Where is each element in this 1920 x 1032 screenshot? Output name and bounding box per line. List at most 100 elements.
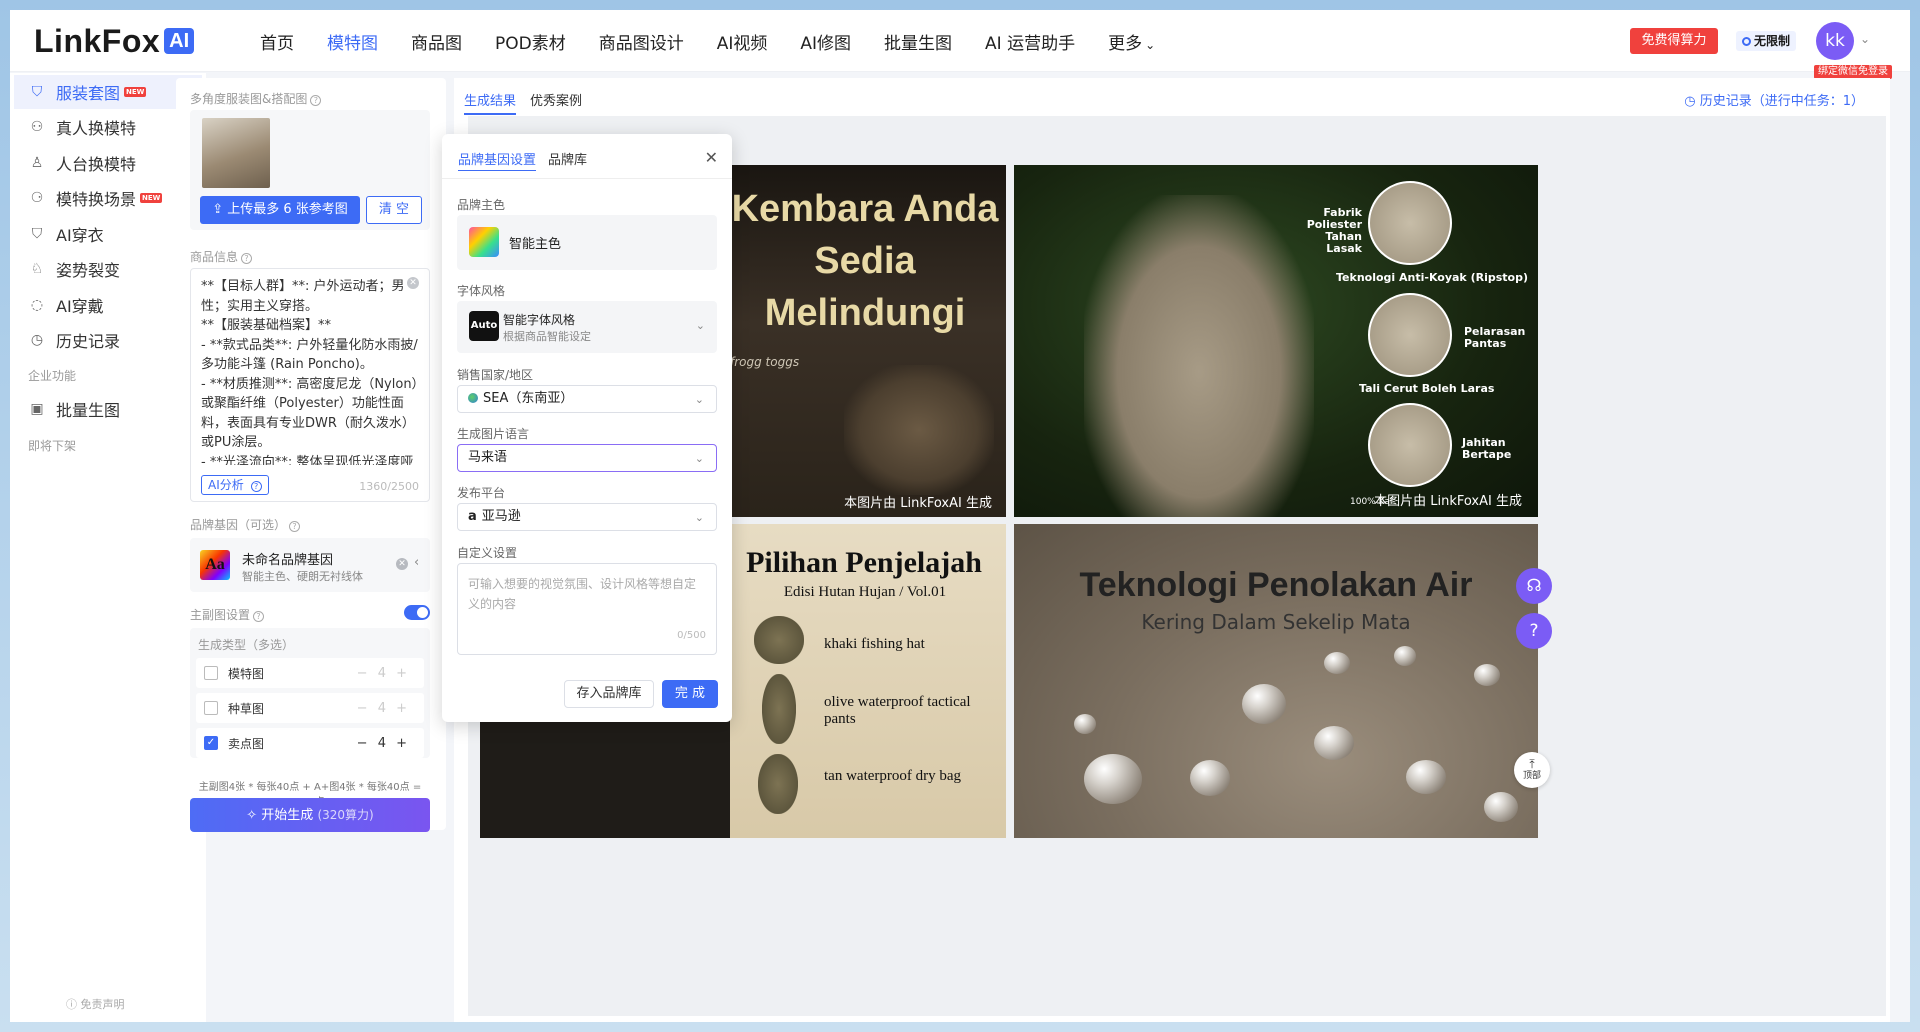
brand-text: frogg toggs: [730, 355, 800, 369]
nav-batch[interactable]: 批量生图: [884, 29, 952, 54]
nav-ai-retouch[interactable]: AI修图: [800, 29, 851, 54]
sidebar-item-scene-swap[interactable]: ⚆ 模特换场景 NEW: [14, 181, 202, 215]
bind-wechat-badge[interactable]: 绑定微信免登录: [1814, 65, 1892, 79]
tab-showcase[interactable]: 优秀案例: [530, 90, 582, 115]
gen-type-row[interactable]: 模特图 − 4 +: [196, 658, 424, 688]
nav-more[interactable]: 更多 ⌄: [1108, 29, 1155, 54]
nav-ops-assistant[interactable]: AI 运营助手: [985, 29, 1075, 54]
clear-icon[interactable]: ✕: [396, 558, 408, 570]
checkbox-checked[interactable]: ✓: [204, 736, 218, 750]
upload-area[interactable]: ⇪ 上传最多 6 张参考图 清 空: [190, 110, 430, 230]
product-info-textarea[interactable]: **【目标人群】**: 户外运动者；男 性；实用主义穿搭。 **【服装基础档案】…: [190, 268, 430, 502]
sidebar-item-label: 服装套图: [56, 84, 121, 103]
result-image-boots[interactable]: Kembara Anda Sedia Melindungi frogg toggs…: [724, 165, 1006, 517]
upload-button[interactable]: ⇪ 上传最多 6 张参考图: [200, 196, 360, 224]
quantity-stepper[interactable]: − 4 +: [357, 666, 410, 681]
nav-home[interactable]: 首页: [260, 29, 294, 54]
product-info-label: 商品信息?: [190, 248, 253, 265]
clear-button[interactable]: 清 空: [366, 196, 422, 224]
sidebar-item-mannequin-swap[interactable]: ♙ 人台换模特: [14, 146, 202, 180]
nav-ai-video[interactable]: AI视频: [717, 29, 768, 54]
font-style-select[interactable]: Auto 智能字体风格 根据商品智能设定 ⌄: [457, 301, 717, 353]
water-drop: [1084, 754, 1142, 804]
tab-brand-gene-settings[interactable]: 品牌基因设置: [458, 149, 537, 171]
help-icon: ?: [250, 481, 262, 492]
done-button[interactable]: 完 成: [662, 680, 718, 708]
gen-type-name: 卖点图: [228, 736, 265, 751]
country-select[interactable]: SEA（东南亚） ⌄: [457, 385, 717, 413]
history-link[interactable]: ◷ 历史记录（进行中任务：1）: [1684, 90, 1864, 109]
tab-results[interactable]: 生成结果: [464, 90, 517, 115]
sidebar-section-offline[interactable]: 即将下架 ⌄: [28, 437, 198, 454]
sidebar-item-batch[interactable]: ▣ 批量生图: [14, 392, 202, 426]
water-drop: [1484, 792, 1518, 822]
language-select[interactable]: 马来语 ⌄: [457, 444, 717, 472]
logo[interactable]: LinkFox AI: [34, 23, 195, 59]
save-to-library-button[interactable]: 存入品牌库: [564, 680, 654, 708]
product-info-text[interactable]: **【目标人群】**: 户外运动者；男 性；实用主义穿搭。 **【服装基础档案】…: [201, 277, 419, 465]
nav-product-design[interactable]: 商品图设计: [599, 29, 684, 54]
sidebar-item-ai-wear[interactable]: ◌ AI穿戴: [14, 288, 202, 322]
checkbox[interactable]: [204, 666, 218, 680]
help-icon[interactable]: ?: [241, 253, 253, 264]
multi-angle-label: 多角度服装图&搭配图?: [190, 90, 322, 107]
nav-model-image[interactable]: 模特图: [327, 29, 378, 54]
chevron-left-icon[interactable]: ‹: [414, 555, 419, 570]
sidebar-item-label: 批量生图: [56, 401, 121, 420]
main-color-card[interactable]: 智能主色: [457, 215, 717, 270]
font-aa-icon: Aa: [200, 550, 230, 580]
platform-select[interactable]: a 亚马逊 ⌄: [457, 503, 717, 531]
nav-product-image[interactable]: 商品图: [411, 29, 462, 54]
result-image-water-repellent[interactable]: Teknologi Penolakan Air Kering Dalam Sek…: [1014, 524, 1538, 838]
quantity-stepper[interactable]: − 4 +: [357, 736, 410, 751]
sidebar-item-ai-dress[interactable]: ⛉ AI穿衣: [14, 217, 202, 251]
checkbox[interactable]: [204, 701, 218, 715]
water-drop: [1314, 726, 1354, 760]
brand-gene-card[interactable]: Aa 未命名品牌基因 智能主色、硬朗无衬线体 ✕ ‹: [190, 538, 430, 592]
main-image-toggle[interactable]: [404, 605, 430, 620]
quantity-stepper[interactable]: − 4 +: [357, 701, 410, 716]
results-tabs: 生成结果 优秀案例: [464, 90, 596, 115]
support-headset-icon[interactable]: ☊: [1516, 568, 1552, 604]
start-generate-button[interactable]: ✧ 开始生成 (320算力): [190, 798, 430, 832]
clear-icon[interactable]: ✕: [407, 277, 419, 289]
sidebar-item-pose[interactable]: ♘ 姿势裂变: [14, 252, 202, 286]
tab-brand-library[interactable]: 品牌库: [548, 149, 587, 171]
info-line: **【服装基础档案】**: [201, 318, 332, 333]
boots-graphic: [844, 365, 994, 495]
help-icon[interactable]: ?: [1516, 613, 1552, 649]
section-label: 即将下架: [28, 439, 77, 453]
sidebar-item-history[interactable]: ◷ 历史记录: [14, 323, 202, 357]
gen-type-row[interactable]: ✓ 卖点图 − 4 +: [196, 728, 424, 758]
sidebar-item-outfit-set[interactable]: ⛉ 服装套图 NEW: [14, 75, 202, 109]
start-label: 开始生成: [261, 808, 314, 823]
reference-thumbnail[interactable]: [202, 118, 270, 188]
info-line: **【目标人群】**: 户外运动者；男: [201, 279, 405, 294]
ai-analyze-button[interactable]: AI分析 ?: [201, 475, 269, 495]
chevron-down-icon: ⌄: [694, 393, 704, 406]
nav-pod[interactable]: POD素材: [495, 29, 566, 54]
label-text: 品牌基因（可选）: [190, 518, 287, 532]
sidebar-item-person-swap[interactable]: ⚇ 真人换模特: [14, 110, 202, 144]
help-icon[interactable]: ?: [310, 95, 322, 106]
image-headline: Teknologi Penolakan Air: [1079, 566, 1473, 604]
result-image-partial[interactable]: [480, 718, 730, 838]
free-credits-button[interactable]: 免费得算力: [1630, 28, 1718, 54]
close-icon[interactable]: ✕: [705, 148, 718, 167]
disclaimer-link[interactable]: ⓘ 免责声明: [66, 996, 125, 1012]
gen-type-row[interactable]: 种草图 − 4 +: [196, 693, 424, 723]
back-to-top-button[interactable]: ⤒ 顶部: [1514, 752, 1550, 788]
sidebar-section-enterprise[interactable]: 企业功能 ⌃: [28, 367, 198, 384]
custom-settings-textarea[interactable]: 可输入想要的视觉氛围、设计风格等想自定义的内容 0/500: [457, 563, 717, 655]
config-panel: 多角度服装图&搭配图? ⇪ 上传最多 6 张参考图 清 空 商品信息? **【目…: [176, 78, 446, 832]
help-icon[interactable]: ?: [253, 611, 265, 622]
result-image-poncho-features[interactable]: Fabrik Poliester Tahan Lasak Teknologi Ant…: [1014, 165, 1538, 517]
info-line: 或PU涂层。: [201, 435, 271, 450]
result-image-explorer-kit[interactable]: Pilihan Penjelajah Edisi Hutan Hujan / V…: [724, 524, 1006, 838]
history-label: 历史记录（进行中任务：1）: [1699, 94, 1864, 109]
unlimited-badge[interactable]: 无限制: [1736, 31, 1797, 51]
avatar[interactable]: kk: [1816, 22, 1854, 60]
chevron-down-icon[interactable]: ⌄: [1860, 32, 1870, 46]
feature-label: Pelarasan Pantas: [1464, 326, 1525, 350]
help-icon[interactable]: ?: [289, 521, 301, 532]
